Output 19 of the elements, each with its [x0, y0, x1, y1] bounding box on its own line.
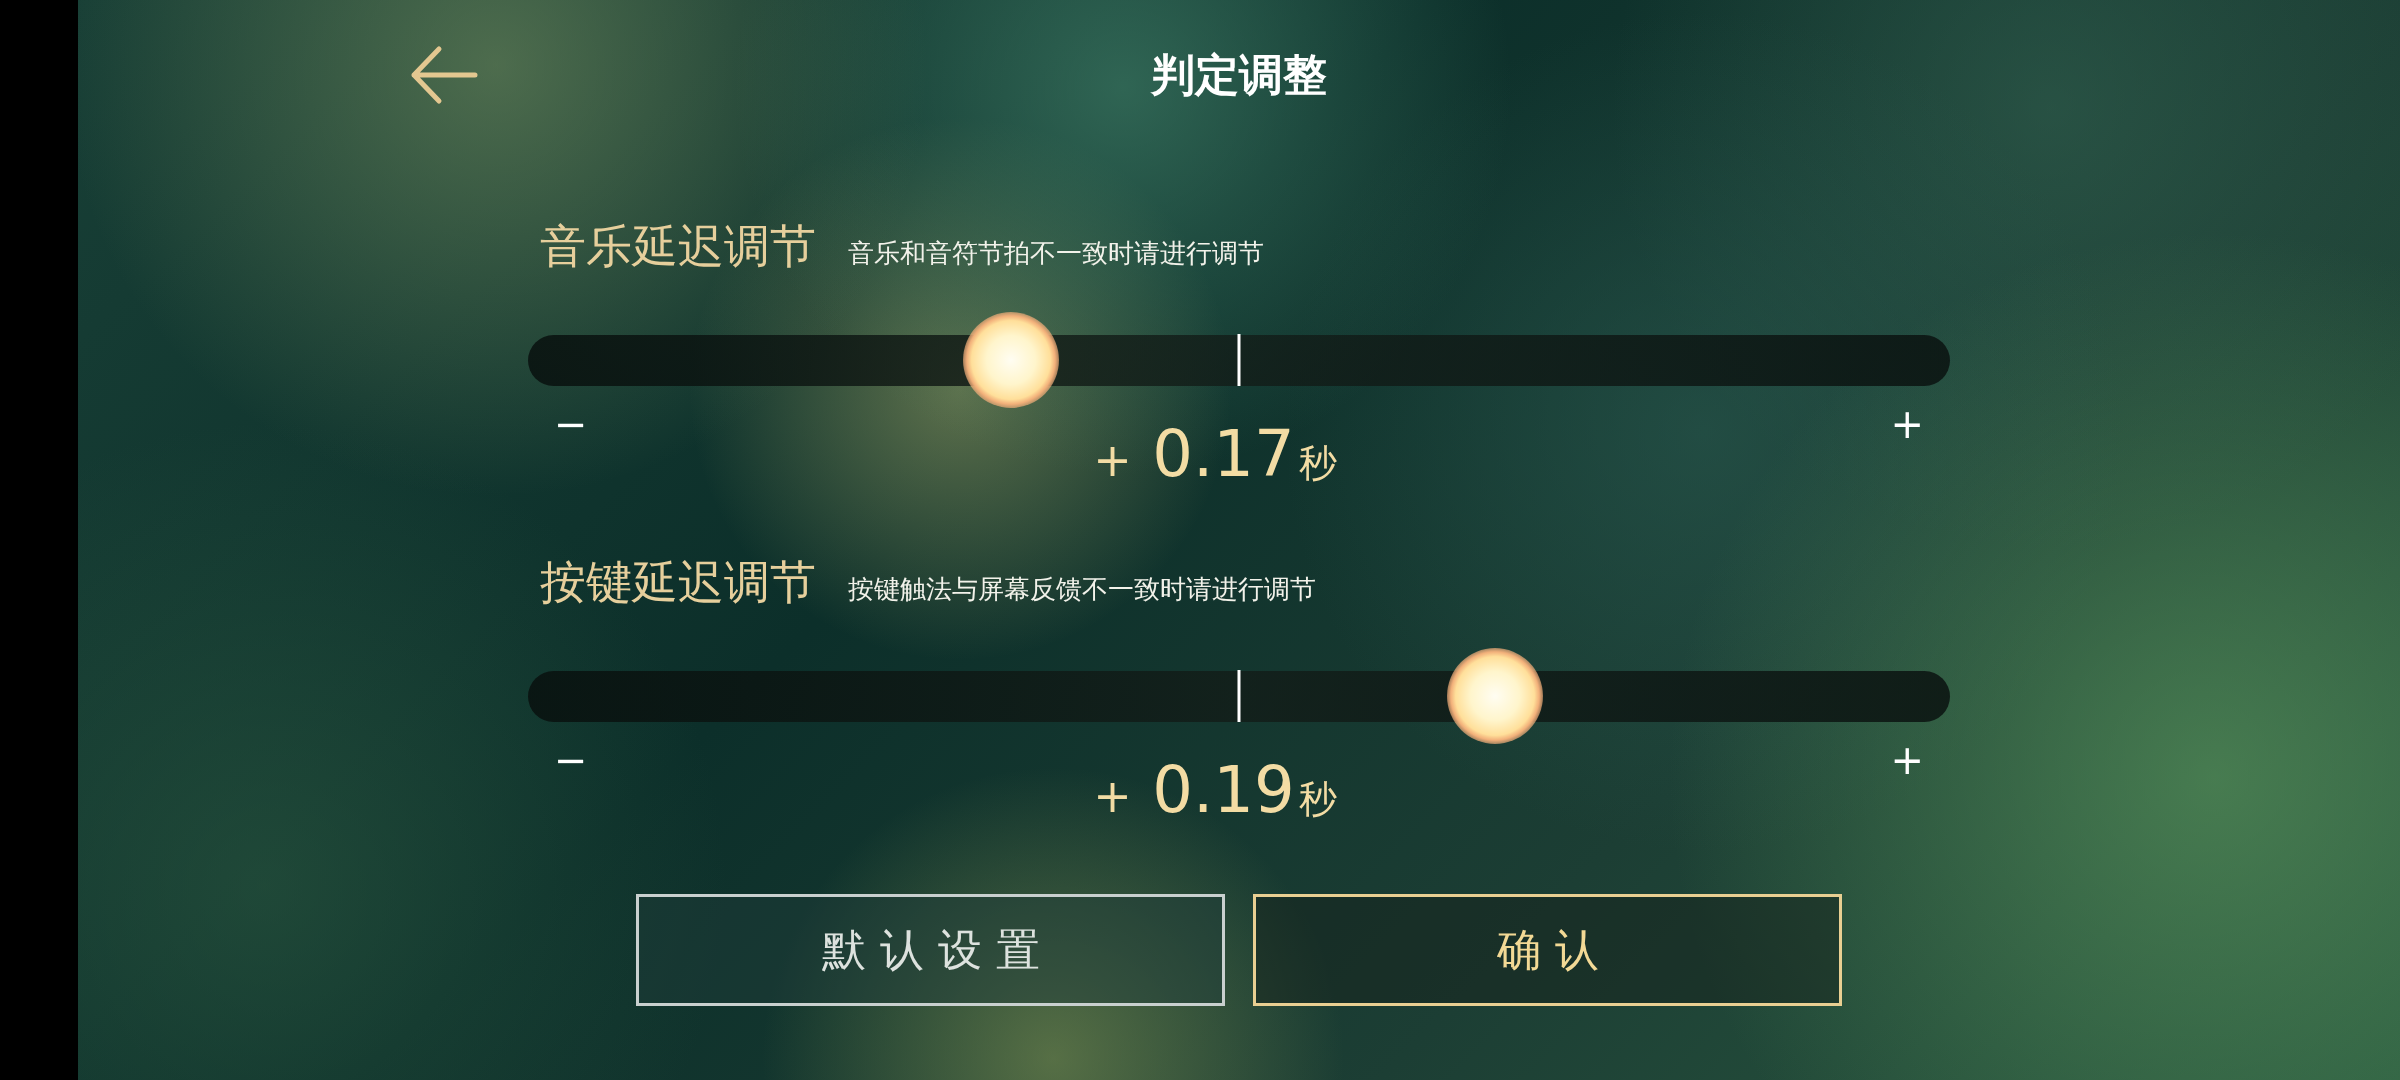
section-hint: 按键触法与屏幕反馈不一致时请进行调节	[848, 573, 1316, 606]
center-marker-icon	[1237, 334, 1241, 386]
decrease-button[interactable]: −	[554, 744, 588, 776]
back-button[interactable]	[410, 45, 478, 105]
slider-track[interactable]	[528, 312, 1950, 408]
section-hint: 音乐和音符节拍不一致时请进行调节	[848, 237, 1264, 270]
confirm-button[interactable]: 确认	[1253, 894, 1842, 1006]
arrow-left-icon	[410, 45, 478, 105]
decrease-button[interactable]: −	[554, 408, 588, 440]
increase-button[interactable]: +	[1890, 408, 1924, 440]
slider-track[interactable]	[528, 648, 1950, 744]
offset-reading: + 0.19 秒	[1093, 758, 1337, 822]
page-title: 判定调整	[1151, 48, 1327, 102]
section-label: 按键延迟调节	[540, 554, 816, 611]
section-label: 音乐延迟调节	[540, 218, 816, 275]
reset-button[interactable]: 默认设置	[636, 894, 1225, 1006]
increase-button[interactable]: +	[1890, 744, 1924, 776]
center-marker-icon	[1237, 670, 1241, 722]
offset-reading: + 0.17 秒	[1093, 422, 1337, 486]
